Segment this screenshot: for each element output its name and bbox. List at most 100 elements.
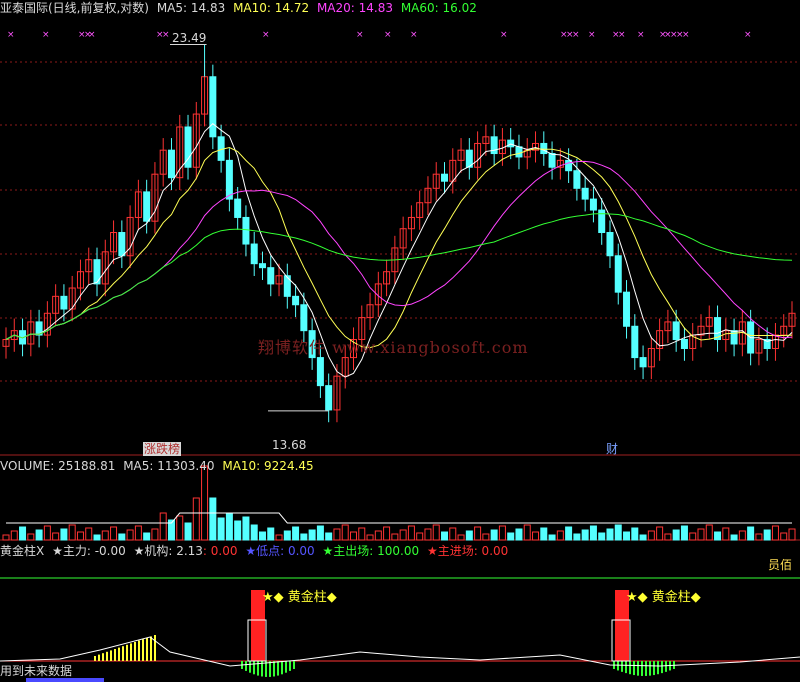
candle-body-28 [234, 198, 242, 218]
volume-bar-31 [258, 531, 266, 541]
volume-bar-1 [10, 530, 18, 541]
candle-body-17 [143, 191, 151, 222]
volume-bar-49 [407, 525, 415, 541]
volume-bar-61 [507, 532, 515, 541]
volume-bar-71 [589, 525, 597, 541]
volume-readout: VOLUME: 25188.81 [0, 459, 116, 473]
volume-bar-16 [134, 525, 142, 541]
volume-bar-94 [780, 532, 788, 541]
signal-marker-9: × [384, 30, 392, 40]
signal-marker-1: × [42, 30, 50, 40]
ma10-readout: MA10: 14.72 [233, 1, 310, 15]
volume-bar-5 [43, 525, 51, 541]
volume-bar-82 [680, 525, 688, 541]
volume-ma5-readout: MA5: 11303.40 [123, 459, 215, 473]
candle-body-29 [242, 216, 250, 245]
candle-body-69 [573, 170, 581, 189]
volume-bar-44 [366, 534, 374, 541]
volume-bar-89 [738, 530, 746, 541]
volume-bar-10 [85, 527, 93, 541]
volume-bar-73 [606, 528, 614, 541]
volume-bar-79 [656, 526, 664, 541]
candle-body-14 [118, 232, 126, 257]
jigou-readout: ★机构: 2.13 [133, 544, 203, 558]
volume-bar-38 [316, 525, 324, 541]
volume-bar-92 [763, 529, 771, 541]
signal-marker-8: × [356, 30, 364, 40]
volume-bar-53 [441, 531, 449, 541]
candle-body-70 [581, 187, 589, 200]
volume-bar-68 [565, 526, 573, 541]
volume-bar-36 [300, 533, 308, 541]
volume-bar-9 [76, 531, 84, 541]
candle-body-32 [267, 267, 275, 285]
volume-bar-54 [449, 527, 457, 541]
indicator-scrollbar [26, 678, 104, 682]
signal-marker-7: × [262, 30, 270, 40]
volume-bar-90 [747, 526, 755, 541]
signal-marker-11: × [500, 30, 508, 40]
main-title: 亚泰国际(日线,前复权,对数) [0, 1, 149, 15]
rank-badge[interactable]: 涨跌榜 [143, 442, 182, 456]
signal-marker-18: × [637, 30, 645, 40]
volume-bar-13 [110, 526, 118, 541]
signal-marker-10: × [410, 30, 418, 40]
candle-body-73 [606, 232, 614, 257]
candle-body-66 [548, 153, 556, 168]
candle-body-74 [614, 255, 622, 293]
volume-bar-24 [201, 465, 209, 541]
volume-bar-25 [209, 497, 217, 541]
volume-bar-58 [482, 533, 490, 541]
candle-body-82 [680, 339, 688, 349]
golden-pillar-label-2: ★◆ 黄金柱◆ [626, 590, 701, 605]
volume-bar-2 [19, 526, 27, 541]
high-price-label: 23.49 [172, 31, 207, 45]
volume-bar-35 [292, 526, 300, 541]
candle-body-59 [490, 136, 498, 155]
volume-bar-52 [432, 524, 440, 541]
volume-bar-43 [358, 527, 366, 541]
candle-body-35 [292, 295, 300, 306]
finance-badge[interactable]: 财 [606, 442, 618, 456]
volume-bar-91 [755, 533, 763, 541]
volume-bar-80 [664, 533, 672, 541]
volume-header: VOLUME: 25188.81 MA5: 11303.40 MA10: 922… [0, 458, 318, 474]
volume-bar-95 [788, 528, 796, 541]
volume-bar-63 [523, 524, 531, 541]
signal-marker-4: × [88, 30, 96, 40]
volume-bar-3 [27, 533, 35, 541]
signal-marker-15: × [588, 30, 596, 40]
volume-bar-50 [416, 532, 424, 541]
main-header: 亚泰国际(日线,前复权,对数) MA5: 14.83 MA10: 14.72 M… [0, 0, 481, 16]
volume-bar-46 [383, 526, 391, 541]
volume-bar-87 [722, 527, 730, 541]
volume-bar-81 [672, 529, 680, 541]
volume-bar-4 [35, 529, 43, 541]
volume-bar-41 [341, 524, 349, 541]
future-data-notice: 用到未来数据 [0, 664, 73, 678]
candle-body-38 [316, 357, 324, 387]
volume-bar-69 [573, 533, 581, 541]
volume-bar-39 [325, 532, 333, 541]
volume-bar-28 [234, 520, 242, 541]
volume-bar-33 [275, 534, 283, 541]
volume-bar-60 [498, 525, 506, 541]
indicator-close-icon[interactable]: X [36, 544, 44, 558]
candle-body-65 [540, 142, 548, 155]
watermark: 翔博软件 www.xiangbosoft.com [258, 338, 529, 357]
didian-readout: ★低点: 0.00 [245, 544, 315, 558]
candle-body-31 [258, 263, 266, 269]
volume-bar-30 [250, 524, 258, 541]
volume-bar-56 [465, 530, 473, 541]
indicator-header: 黄金柱X ★主力: -0.00 ★机构: 2.13: 0.00 ★低点: 0.0… [0, 543, 512, 559]
volume-bar-19 [159, 512, 167, 541]
candle-body-61 [507, 139, 515, 148]
volume-bar-37 [308, 529, 316, 541]
volume-bar-78 [647, 530, 655, 541]
volume-bar-66 [548, 534, 556, 541]
volume-bar-40 [333, 528, 341, 541]
ma5-readout: MA5: 14.83 [156, 1, 226, 15]
volume-bar-7 [60, 528, 68, 541]
volume-bar-18 [151, 528, 159, 541]
indicator-right-tag: 员佰 [768, 558, 793, 572]
